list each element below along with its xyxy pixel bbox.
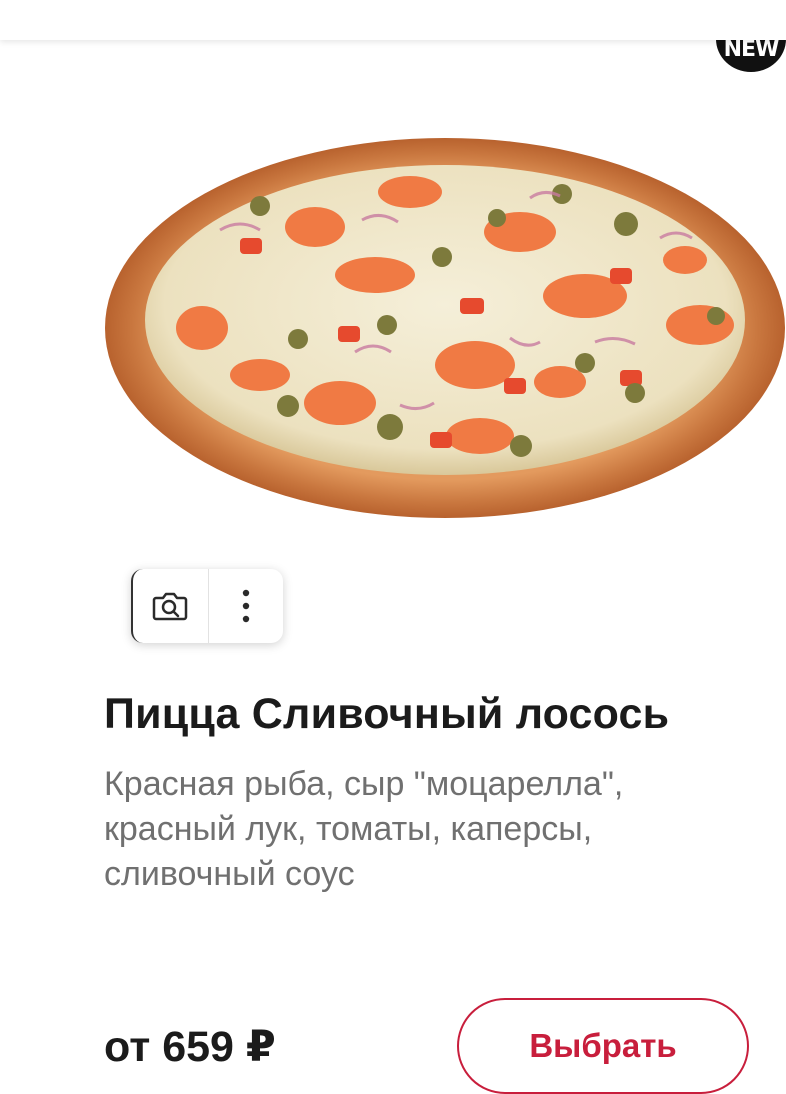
camera-search-icon (151, 590, 189, 622)
product-title: Пицца Сливочный лосось (104, 690, 670, 738)
pizza-illustration (105, 138, 785, 518)
product-description: Красная рыба, сыр "моцарелла", красный л… (104, 765, 624, 893)
more-vertical-icon (242, 589, 250, 623)
product-price: от 659 ₽ (104, 1023, 276, 1071)
pizza-image[interactable] (100, 120, 786, 530)
image-actions (131, 569, 283, 643)
more-button[interactable] (207, 569, 284, 643)
select-button[interactable]: Выбрать (457, 998, 749, 1094)
camera-search-button[interactable] (133, 569, 208, 643)
top-bar (0, 0, 786, 40)
